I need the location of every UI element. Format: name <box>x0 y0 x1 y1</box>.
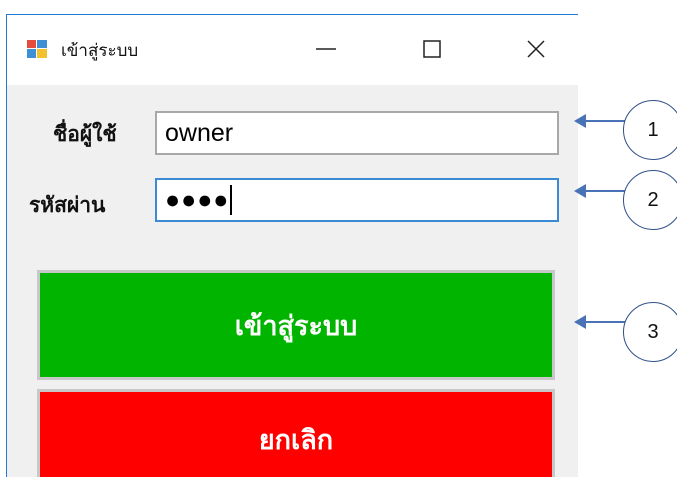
callout-2-circle: 2 <box>623 170 677 230</box>
callout-3-number: 3 <box>647 320 659 343</box>
minimize-icon <box>316 48 336 50</box>
maximize-button[interactable] <box>409 29 455 69</box>
window-title: เข้าสู่ระบบ <box>61 41 139 61</box>
close-button[interactable] <box>513 29 559 69</box>
callout-3-circle: 3 <box>623 302 677 362</box>
minimize-button[interactable] <box>303 29 349 69</box>
close-icon <box>527 40 545 58</box>
login-button[interactable]: เข้าสู่ระบบ <box>37 270 555 380</box>
callout-2-line <box>584 190 626 192</box>
username-label: ชื่อผู้ใช้ <box>53 122 117 146</box>
callout-2-number: 2 <box>647 188 659 211</box>
password-label: รหัสผ่าน <box>29 193 106 217</box>
cancel-button-label: ยกเลิก <box>258 424 334 456</box>
callout-1-number: 1 <box>647 118 659 141</box>
callout-1-circle: 1 <box>623 100 677 160</box>
username-input[interactable]: owner <box>155 111 559 155</box>
cancel-button[interactable]: ยกเลิก <box>37 389 555 477</box>
username-value: owner <box>165 119 234 147</box>
password-value: ●●●● <box>165 186 230 214</box>
login-button-label: เข้าสู่ระบบ <box>234 310 358 342</box>
password-input[interactable]: ●●●● <box>155 178 559 222</box>
app-icon <box>27 40 47 58</box>
login-window: เข้าสู่ระบบ ชื่อผู้ใช้ owner รหัสผ่าน ●●… <box>6 14 578 477</box>
callout-3-line <box>584 321 626 323</box>
title-bar: เข้าสู่ระบบ <box>7 15 578 85</box>
callout-1-line <box>584 120 626 122</box>
text-caret <box>230 185 233 215</box>
maximize-icon <box>423 40 441 58</box>
